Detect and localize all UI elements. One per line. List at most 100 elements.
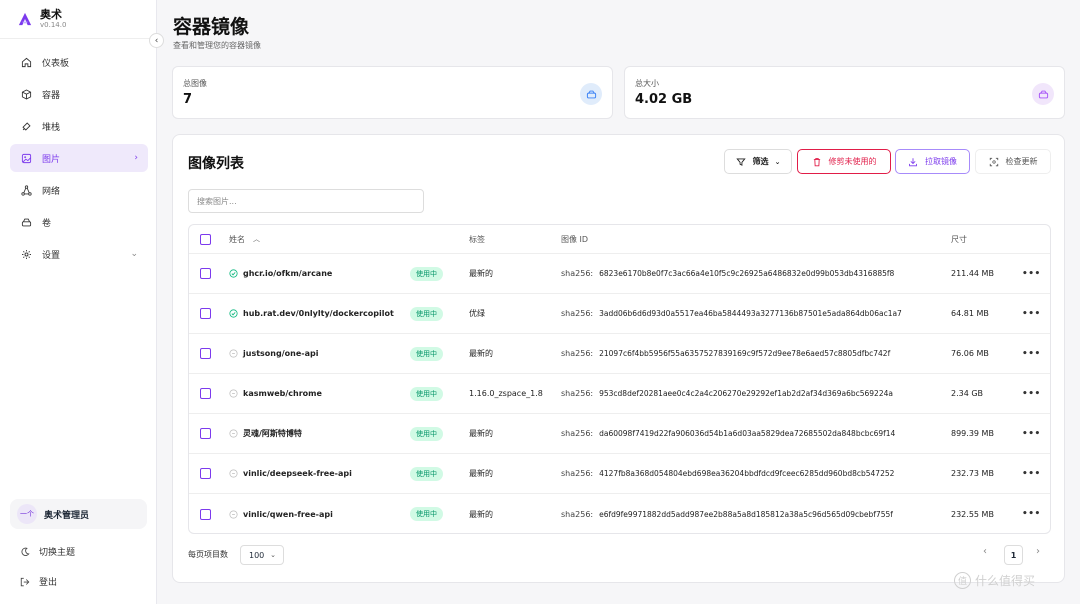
row-checkbox[interactable]	[200, 494, 211, 533]
user-profile[interactable]: 一个 奥术管理员	[10, 499, 147, 529]
more-actions-button[interactable]: •••	[1022, 294, 1041, 333]
sidebar-item-home[interactable]: 仪表板	[10, 48, 148, 76]
id-prefix: sha256:	[561, 309, 594, 318]
gear-icon	[21, 249, 32, 260]
pull-label: 拉取镜像	[925, 157, 957, 166]
more-actions-button[interactable]: •••	[1022, 374, 1041, 413]
pull-image-button[interactable]: 拉取镜像	[895, 149, 970, 174]
id-prefix: sha256:	[561, 509, 594, 519]
repo-name: vinlic/deepseek-free-api	[243, 469, 352, 478]
page-number-button[interactable]: 1	[1004, 545, 1023, 565]
repo-cell: vinlic/deepseek-free-api	[229, 454, 352, 493]
collapse-sidebar-button[interactable]: ‹	[149, 33, 164, 48]
check-circle-icon	[229, 269, 238, 278]
repo-name: hub.rat.dev/0nlylty/dockercopilot	[243, 309, 394, 318]
table-row[interactable]: vinlic/deepseek-free-api 使用中 最新的 sha256: 412…	[189, 454, 1050, 494]
drive-icon	[580, 83, 602, 105]
watermark-text: 什么值得买	[975, 574, 1036, 588]
more-actions-button[interactable]: •••	[1022, 334, 1041, 373]
divider	[0, 38, 157, 39]
id-cell: sha256: 6823e6170b8e0f7c3ac66a4e10f5c9c26…	[561, 254, 894, 293]
id-cell: sha256: 4127fb8a368d054804ebd698ea36204bb…	[561, 454, 894, 493]
row-checkbox[interactable]	[200, 414, 211, 453]
logout-button[interactable]: 登出	[20, 575, 57, 588]
table-row[interactable]: ghcr.io/ofkm/arcane 使用中 最新的 sha256: 6823e617…	[189, 254, 1050, 294]
table-header: 姓名 ︿ 标签 图像 ID 尺寸	[189, 225, 1050, 254]
per-page-select[interactable]: 100 ⌄	[240, 545, 284, 565]
sidebar-item-label: 图片	[42, 154, 61, 165]
filter-button[interactable]: 筛选 ⌄	[724, 149, 792, 174]
image-id: 21097c6f4bb5956f55a6357527839169c9f572d9…	[599, 349, 891, 358]
row-checkbox[interactable]	[200, 374, 211, 413]
trash-icon	[813, 157, 820, 166]
search-placeholder: 搜索图片...	[197, 196, 237, 206]
repo-cell: ghcr.io/ofkm/arcane	[229, 254, 332, 293]
app-version: v0.14.0	[40, 21, 67, 29]
prev-page-button[interactable]: ‹	[983, 546, 987, 557]
tag-cell: 最新的	[469, 429, 493, 438]
id-prefix: sha256:	[561, 389, 594, 398]
moon-icon	[20, 547, 30, 557]
table-row[interactable]: hub.rat.dev/0nlylty/dockercopilot 使用中 优绿 sh…	[189, 294, 1050, 334]
more-actions-button[interactable]: •••	[1022, 494, 1041, 533]
toggle-theme-label: 切换主题	[39, 548, 76, 558]
minus-circle-icon	[229, 469, 238, 478]
column-name-label: 姓名	[229, 234, 245, 244]
image-icon	[21, 153, 32, 164]
repo-name: kasmweb/chrome	[243, 389, 322, 398]
sidebar-item-label: 堆栈	[42, 122, 61, 133]
filter-label: 筛选	[752, 157, 769, 166]
sidebar-item-layers[interactable]: 堆栈	[10, 112, 148, 140]
status-badge: 使用中	[410, 466, 443, 481]
sidebar-item-image[interactable]: 图片 ›	[10, 144, 148, 172]
sidebar-item-label: 网络	[42, 186, 61, 197]
column-name[interactable]: 姓名 ︿	[229, 225, 260, 253]
id-cell: sha256: 21097c6f4bb5956f55a6357527839169c…	[561, 334, 890, 373]
more-actions-button[interactable]: •••	[1022, 414, 1041, 453]
prune-unused-button[interactable]: 修剪未使用的	[797, 149, 891, 174]
brand[interactable]: 奥术 v0.14.0	[18, 8, 66, 30]
more-horizontal-icon: •••	[1022, 308, 1041, 319]
sidebar-item-box[interactable]: 容器	[10, 80, 148, 108]
stat-value: 4.02 GB	[635, 92, 693, 107]
image-id: 6823e6170b8e0f7c3ac66a4e10f5c9c26925a648…	[599, 269, 895, 278]
sidebar-item-gear[interactable]: 设置 ⌄	[10, 240, 148, 268]
table-row[interactable]: justsong/one-api 使用中 最新的 sha256: 21097c6f4bb…	[189, 334, 1050, 374]
row-checkbox[interactable]	[200, 454, 211, 493]
check-updates-button[interactable]: 检查更新	[975, 149, 1051, 174]
table-row[interactable]: vinlic/qwen-free-api 使用中 最新的 sha256: e6fd9fe…	[189, 494, 1050, 533]
next-page-button[interactable]: ›	[1036, 546, 1040, 557]
network-icon	[21, 184, 32, 196]
minus-circle-icon	[229, 389, 238, 398]
status-badge: 使用中	[410, 306, 443, 321]
toggle-theme-button[interactable]: 切换主题	[20, 545, 75, 558]
status-badge: 使用中	[410, 507, 443, 521]
row-checkbox[interactable]	[200, 294, 211, 333]
table-row[interactable]: kasmweb/chrome 使用中 1.16.0_zspace_1.8 sha256…	[189, 374, 1050, 414]
image-list-panel: 图像列表 筛选 ⌄ 修剪未使用的 拉取镜像 检查更新 搜索图片... 姓名 ︿ …	[172, 134, 1065, 583]
sidebar-item-drive[interactable]: 卷	[10, 208, 148, 236]
row-checkbox[interactable]	[200, 254, 211, 293]
status-badge: 使用中	[410, 346, 443, 361]
sort-asc-icon: ︿	[253, 235, 260, 243]
more-actions-button[interactable]: •••	[1022, 454, 1041, 493]
table-row[interactable]: 灵魂/阿斯特博特 使用中 最新的 sha256: da60098f7419d22fa90…	[189, 414, 1050, 454]
id-cell: sha256: da60098f7419d22fa906036d54b1a6d03…	[561, 414, 895, 453]
stat-label: 总大小	[635, 79, 659, 88]
status-cell: 使用中	[410, 254, 443, 293]
row-checkbox[interactable]	[200, 334, 211, 373]
search-input[interactable]: 搜索图片...	[188, 189, 424, 213]
sidebar: 奥术 v0.14.0 仪表板容器堆栈图片 › 网络卷设置 ⌄ 一个 奥术管理员 切换主…	[0, 0, 157, 604]
column-size: 尺寸	[951, 234, 967, 244]
status-cell: 使用中	[410, 334, 443, 373]
image-id: da60098f7419d22fa906036d54b1a6d03aa5829d…	[599, 429, 896, 438]
panel-title: 图像列表	[188, 156, 244, 172]
select-all-checkbox[interactable]	[200, 225, 211, 253]
scan-icon	[989, 157, 998, 166]
per-page-value: 100	[249, 550, 265, 560]
size-cell: 232.55 MB	[951, 509, 994, 519]
watermark-logo: 值	[954, 572, 971, 589]
sidebar-item-network[interactable]: 网络	[10, 176, 148, 204]
more-horizontal-icon: •••	[1022, 388, 1041, 399]
more-actions-button[interactable]: •••	[1022, 254, 1041, 293]
